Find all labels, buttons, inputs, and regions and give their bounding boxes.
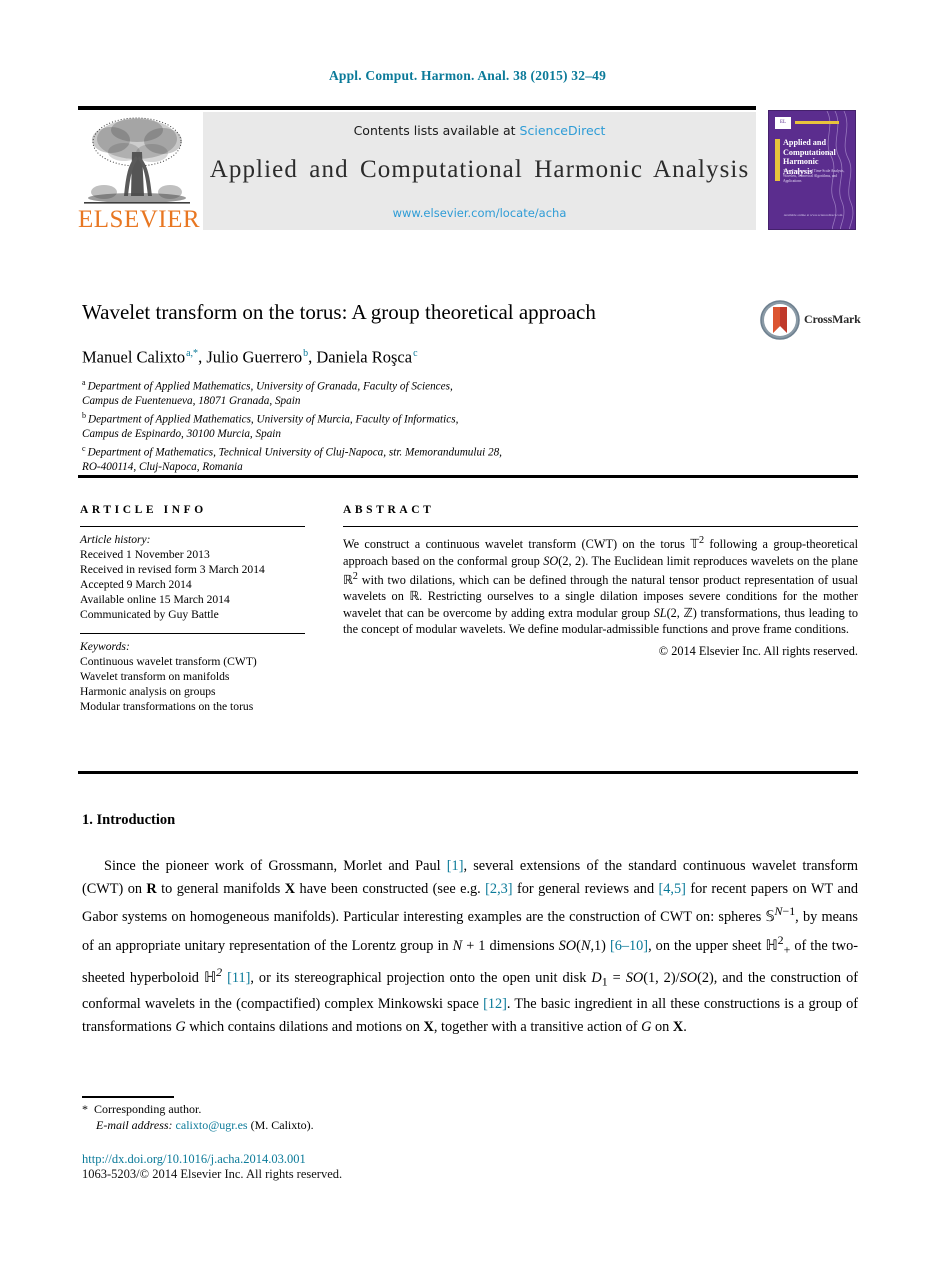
info-divider [80,526,305,527]
citation-ref[interactable]: [2,3] [485,881,512,897]
elsevier-wordmark: ELSEVIER [78,206,201,233]
journal-cover-thumbnail[interactable]: EL Applied and Computational Harmonic An… [768,110,856,230]
citation-ref[interactable]: [11] [227,970,250,986]
journal-masthead: ELSEVIER Contents lists available at Sci… [78,110,756,232]
author-list: Manuel Calixtoa,*, Julio Guerrerob, Dani… [82,347,418,367]
affiliation-item: c Department of Mathematics, Technical Un… [82,442,782,460]
footnote-rule [82,1096,174,1098]
affiliation-list: a Department of Applied Mathematics, Univ… [82,376,782,475]
sciencedirect-link[interactable]: ScienceDirect [520,123,606,138]
affiliation-line: Campus de Espinardo, 30100 Murcia, Spain [82,428,281,441]
author-name: Julio Guerrero [206,347,303,367]
abstract-divider [343,526,858,527]
article-history-list: Received 1 November 2013 Received in rev… [80,547,305,622]
keywords-label: Keywords: [80,640,130,653]
author-name: Manuel Calixto [82,347,186,367]
asterisk-mark: * [82,1102,88,1116]
cover-footer: Available online at www.sciencedirect.co… [783,213,843,217]
affiliation-line: Department of Applied Mathematics, Unive… [88,413,459,426]
cover-accent-bar [795,121,839,124]
citation-ref[interactable]: [12] [483,996,507,1012]
cover-elsevier-mark: EL [775,117,791,129]
email-link[interactable]: calixto@ugr.es [176,1118,248,1132]
keyword-item: Continuous wavelet transform (CWT) [80,655,257,668]
history-item: Received 1 November 2013 [80,548,210,561]
affiliation-item: b Department of Applied Mathematics, Univ… [82,409,782,427]
contents-lists-line: Contents lists available at ScienceDirec… [203,123,756,138]
citation-ref[interactable]: [6–10] [610,937,648,953]
section-heading-introduction: 1. Introduction [82,812,176,828]
affiliation-line: Campus de Fuentenueva, 18071 Granada, Sp… [82,395,301,408]
keywords-divider [80,633,305,634]
info-block-top-rule [78,475,858,478]
elsevier-tree-icon [84,117,190,204]
info-block-bottom-rule [78,771,858,774]
email-note: E-mail address: calixto@ugr.es (M. Calix… [82,1117,582,1133]
abstract-column: We construct a continuous wavelet transf… [343,526,858,659]
contents-prefix: Contents lists available at [353,123,520,138]
history-item: Communicated by Guy Battle [80,608,219,621]
affiliation-item: a Department of Applied Mathematics, Univ… [82,376,782,394]
keyword-item: Modular transformations on the torus [80,700,254,713]
journal-banner: Contents lists available at ScienceDirec… [203,112,756,230]
author-affil-marks[interactable]: a,* [185,348,198,359]
corresponding-author-text: Corresponding author. [94,1102,202,1116]
affiliation-line: RO-400114, Cluj-Napoca, Romania [82,461,243,474]
crossmark-icon [760,300,800,340]
crossmark-label: CrossMark [804,312,861,326]
citation-ref[interactable]: [1] [447,858,464,874]
article-info-heading: ARTICLE INFO [80,504,207,516]
author-affil-marks[interactable]: b [302,348,308,359]
author-affil-marks[interactable]: c [412,348,417,359]
issn-copyright-line: 1063-5203/© 2014 Elsevier Inc. All right… [82,1167,343,1181]
elsevier-logo: ELSEVIER [78,112,201,233]
article-history-label: Article history: [80,533,151,546]
email-owner: (M. Calixto). [250,1118,314,1132]
page-title: Wavelet transform on the torus: A group … [82,300,596,324]
article-info-column: Article history: Received 1 November 201… [80,526,305,714]
history-item: Received in revised form 3 March 2014 [80,563,265,576]
journal-title: Applied and Computational Harmonic Analy… [209,156,750,183]
doi-link[interactable]: http://dx.doi.org/10.1016/j.acha.2014.03… [82,1152,306,1167]
abstract-text: We construct a continuous wavelet transf… [343,535,859,637]
affiliation-line: Department of Mathematics, Technical Uni… [87,446,502,459]
history-item: Available online 15 March 2014 [80,593,230,606]
corresponding-author-note: * Corresponding author. [82,1101,582,1117]
email-label: E-mail address: [96,1118,173,1132]
running-head: Appl. Comput. Harmon. Anal. 38 (2015) 32… [328,68,607,83]
cover-spine-bar [775,139,780,181]
keyword-item: Harmonic analysis on groups [80,685,216,698]
affiliation-line: Department of Applied Mathematics, Unive… [87,380,453,393]
journal-homepage-link[interactable]: www.elsevier.com/locate/acha [203,206,756,220]
abstract-heading: ABSTRACT [343,504,435,516]
history-item: Accepted 9 March 2014 [80,578,192,591]
citation-ref[interactable]: [4,5] [659,881,686,897]
crossmark-badge[interactable]: CrossMark [760,300,864,340]
abstract-copyright: © 2014 Elsevier Inc. All rights reserved… [658,643,858,658]
cover-subtitle: Time-Frequency and Time-Scale Analysis, … [783,169,845,183]
keyword-item: Wavelet transform on manifolds [80,670,230,683]
keywords-list: Continuous wavelet transform (CWT) Wavel… [80,654,305,714]
footnote-block: * Corresponding author. E-mail address: … [82,1101,582,1133]
introduction-paragraph: Since the pioneer work of Grossmann, Mor… [82,858,859,1035]
paper-page: Appl. Comput. Harmon. Anal. 38 (2015) 32… [0,0,935,1266]
author-name: Daniela Roşca [316,347,413,367]
